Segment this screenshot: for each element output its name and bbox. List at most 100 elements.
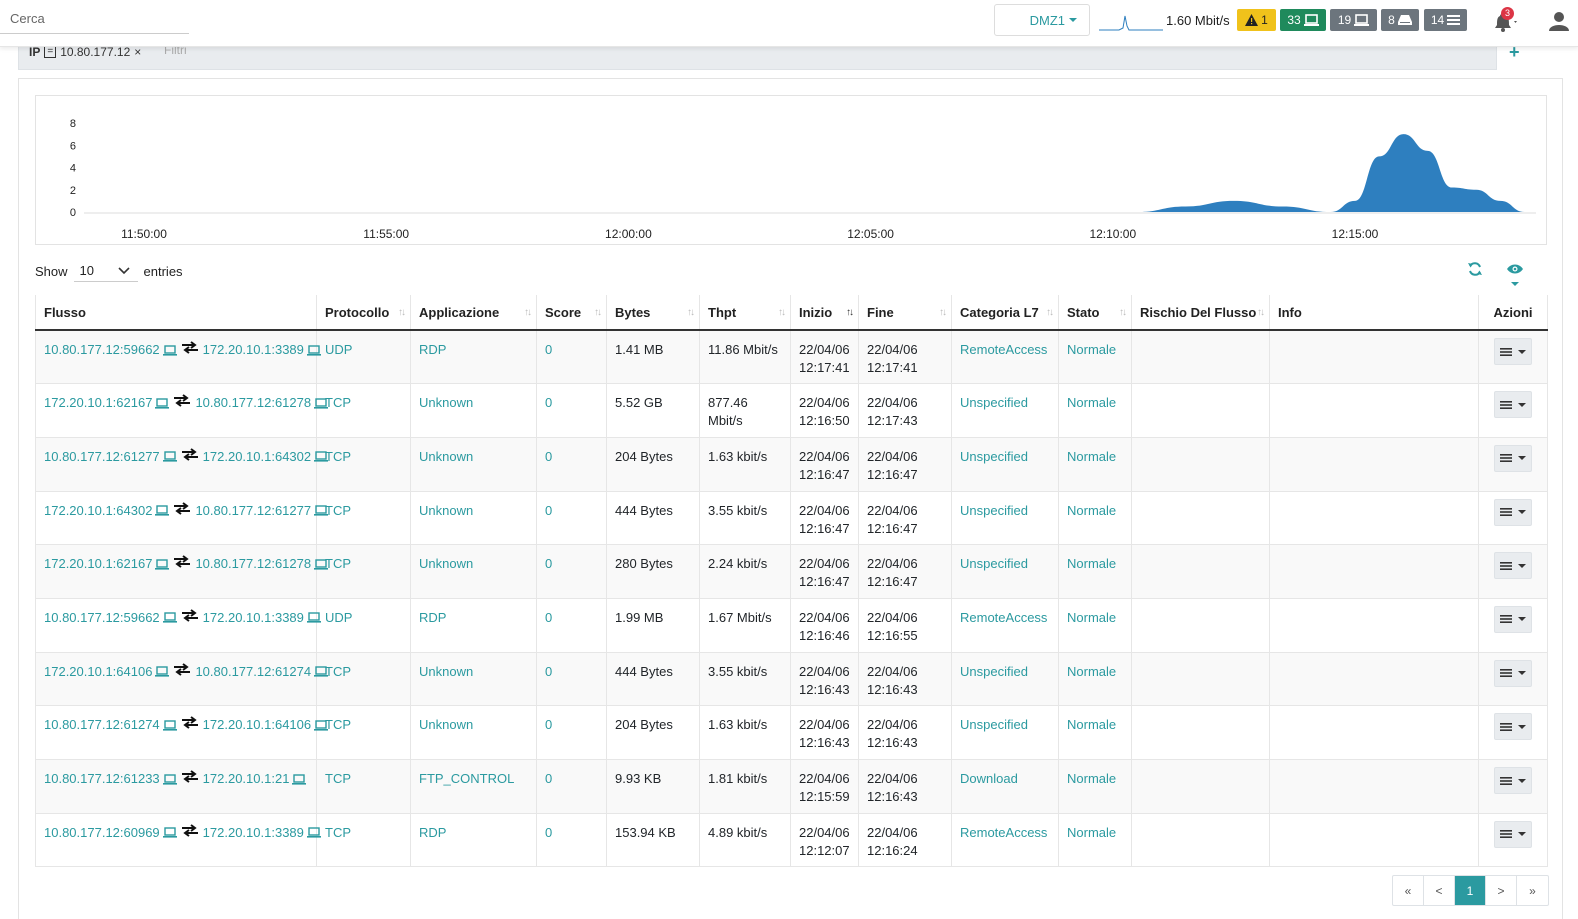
cell-application[interactable]: Unknown: [410, 383, 537, 438]
cell-score[interactable]: 0: [536, 437, 607, 492]
col-bytes[interactable]: Bytes ↑↓: [606, 295, 700, 331]
actions-button[interactable]: [1494, 767, 1532, 794]
actions-button[interactable]: [1494, 552, 1532, 580]
prev-page-button[interactable]: <: [1424, 876, 1455, 905]
cell-application[interactable]: Unknown: [410, 544, 537, 599]
col-thpt[interactable]: Thpt ↑↓: [699, 295, 791, 331]
flow-destination-link[interactable]: 172.20.10.1:3389: [203, 341, 304, 359]
cell-state[interactable]: Normale: [1058, 544, 1132, 599]
flow-source-link[interactable]: 10.80.177.12:61274: [44, 716, 160, 734]
col-fine[interactable]: Fine ↑↓: [858, 295, 952, 331]
cell-application[interactable]: Unknown: [410, 705, 537, 760]
cell-application[interactable]: RDP: [410, 330, 537, 385]
actions-button[interactable]: [1494, 605, 1532, 633]
cell-score[interactable]: 0: [536, 598, 607, 653]
flow-destination-link[interactable]: 10.80.177.12:61278: [195, 394, 311, 412]
cell-protocol[interactable]: UDP: [316, 330, 411, 385]
flow-destination-link[interactable]: 172.20.10.1:64302: [203, 448, 311, 466]
cell-score[interactable]: 0: [536, 705, 607, 760]
remove-filter-icon[interactable]: ×: [134, 45, 141, 59]
cell-application[interactable]: RDP: [410, 813, 537, 868]
flow-source-link[interactable]: 10.80.177.12:60969: [44, 824, 160, 842]
cell-application[interactable]: Unknown: [410, 491, 537, 546]
cell-category[interactable]: Download: [951, 759, 1059, 814]
col-categoria[interactable]: Categoria L7 ↑↓: [951, 295, 1059, 331]
col-applicazione[interactable]: Applicazione ↑↓: [410, 295, 537, 331]
cell-protocol[interactable]: TCP: [316, 383, 411, 438]
cell-category[interactable]: Unspecified: [951, 491, 1059, 546]
devices-badge[interactable]: 33: [1280, 9, 1326, 31]
cell-category[interactable]: Unspecified: [951, 544, 1059, 599]
cell-protocol[interactable]: TCP: [316, 437, 411, 492]
flow-source-link[interactable]: 10.80.177.12:61233: [44, 770, 160, 788]
alerts-badge[interactable]: 1: [1237, 9, 1276, 31]
cell-category[interactable]: Unspecified: [951, 383, 1059, 438]
filter-bar[interactable]: IP = 10.80.177.12 × Filtri: [18, 43, 1497, 70]
cell-protocol[interactable]: TCP: [316, 652, 411, 707]
flow-source-link[interactable]: 10.80.177.12:61277: [44, 448, 160, 466]
cell-application[interactable]: FTP_CONTROL: [410, 759, 537, 814]
hosts-badge[interactable]: 19: [1330, 9, 1377, 31]
flow-source-link[interactable]: 10.80.177.12:59662: [44, 609, 160, 627]
column-visibility-button[interactable]: [1507, 263, 1537, 286]
actions-button[interactable]: [1494, 498, 1532, 526]
page-length-select[interactable]: 10: [73, 260, 138, 282]
last-page-button[interactable]: »: [1517, 876, 1548, 905]
cell-state[interactable]: Normale: [1058, 491, 1132, 546]
col-flusso[interactable]: Flusso: [35, 295, 317, 331]
cell-protocol[interactable]: UDP: [316, 598, 411, 653]
filter-chip[interactable]: IP = 10.80.177.12 ×: [29, 45, 141, 59]
actions-button[interactable]: [1494, 338, 1532, 365]
cell-state[interactable]: Normale: [1058, 598, 1132, 653]
next-page-button[interactable]: >: [1486, 876, 1517, 905]
user-icon[interactable]: [1549, 11, 1569, 31]
col-rischio[interactable]: Rischio Del Flusso ↑↓: [1131, 295, 1270, 331]
cell-score[interactable]: 0: [536, 383, 607, 438]
cell-state[interactable]: Normale: [1058, 705, 1132, 760]
cell-protocol[interactable]: TCP: [316, 705, 411, 760]
cell-category[interactable]: Unspecified: [951, 437, 1059, 492]
cell-score[interactable]: 0: [536, 813, 607, 868]
flow-destination-link[interactable]: 172.20.10.1:21: [203, 770, 290, 788]
page-1-button[interactable]: 1: [1455, 876, 1486, 905]
flows-badge[interactable]: 8: [1381, 9, 1419, 31]
cell-score[interactable]: 0: [536, 759, 607, 814]
interface-dropdown[interactable]: DMZ1: [994, 4, 1090, 36]
cell-score[interactable]: 0: [536, 544, 607, 599]
cell-score[interactable]: 0: [536, 652, 607, 707]
cell-category[interactable]: RemoteAccess: [951, 330, 1059, 385]
cell-state[interactable]: Normale: [1058, 813, 1132, 868]
cell-protocol[interactable]: TCP: [316, 813, 411, 868]
flow-source-link[interactable]: 10.80.177.12:59662: [44, 341, 160, 359]
flow-source-link[interactable]: 172.20.10.1:62167: [44, 394, 152, 412]
cell-protocol[interactable]: TCP: [316, 544, 411, 599]
col-stato[interactable]: Stato ↑↓: [1058, 295, 1132, 331]
cell-application[interactable]: RDP: [410, 598, 537, 653]
cell-category[interactable]: RemoteAccess: [951, 598, 1059, 653]
actions-button[interactable]: [1494, 659, 1532, 687]
flow-destination-link[interactable]: 172.20.10.1:3389: [203, 609, 304, 627]
cell-category[interactable]: Unspecified: [951, 705, 1059, 760]
actions-button[interactable]: [1494, 444, 1532, 472]
col-protocollo[interactable]: Protocollo ↑↓: [316, 295, 411, 331]
cell-state[interactable]: Normale: [1058, 652, 1132, 707]
actions-button[interactable]: [1494, 391, 1532, 419]
flow-destination-link[interactable]: 10.80.177.12:61278: [195, 555, 311, 573]
col-score[interactable]: Score ↑↓: [536, 295, 607, 331]
search-input[interactable]: [0, 4, 189, 34]
flow-destination-link[interactable]: 172.20.10.1:64106: [203, 716, 311, 734]
actions-button[interactable]: [1494, 820, 1532, 848]
cell-score[interactable]: 0: [536, 491, 607, 546]
cell-score[interactable]: 0: [536, 330, 607, 385]
flow-destination-link[interactable]: 10.80.177.12:61277: [195, 502, 311, 520]
cell-state[interactable]: Normale: [1058, 437, 1132, 492]
cell-application[interactable]: Unknown: [410, 437, 537, 492]
cell-protocol[interactable]: TCP: [316, 759, 411, 814]
flow-source-link[interactable]: 172.20.10.1:64106: [44, 663, 152, 681]
cell-state[interactable]: Normale: [1058, 759, 1132, 814]
cell-category[interactable]: RemoteAccess: [951, 813, 1059, 868]
cell-category[interactable]: Unspecified: [951, 652, 1059, 707]
cell-application[interactable]: Unknown: [410, 652, 537, 707]
cell-state[interactable]: Normale: [1058, 330, 1132, 385]
col-inizio[interactable]: Inizio ↑↓: [790, 295, 859, 331]
